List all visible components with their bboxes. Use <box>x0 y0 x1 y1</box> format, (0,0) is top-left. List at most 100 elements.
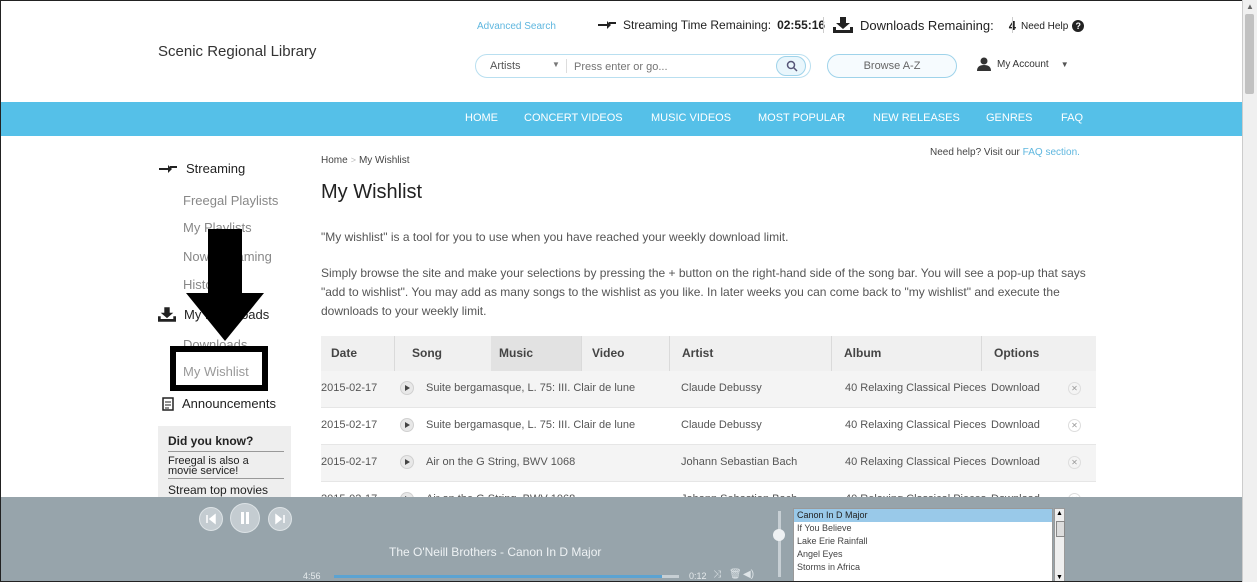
download-link[interactable]: Download <box>991 382 1040 394</box>
breadcrumb-current: My Wishlist <box>358 155 410 166</box>
download-link[interactable]: Download <box>991 456 1040 468</box>
scroll-up-icon[interactable]: ▲ <box>1246 2 1254 11</box>
nav-concert-videos[interactable]: CONCERT VIDEOS <box>524 112 623 124</box>
download-icon <box>833 17 853 33</box>
downloads-remaining-label: Downloads Remaining: <box>860 17 994 33</box>
playlist-item[interactable]: If You Believe <box>794 522 1052 535</box>
download-link[interactable]: Download <box>991 419 1040 431</box>
remaining-time: 0:12 <box>689 571 707 581</box>
volume-handle[interactable] <box>773 529 785 541</box>
row-song[interactable]: Air on the G String, BWV 1068 <box>426 456 575 468</box>
sidebar-announcements[interactable]: Announcements <box>162 396 276 411</box>
my-account-menu[interactable]: My Account ▼ <box>977 57 1069 71</box>
progress-fill <box>334 575 662 578</box>
faq-section-link[interactable]: FAQ section. <box>1023 147 1080 158</box>
playlist-listbox[interactable]: Canon In D Major If You Believe Lake Eri… <box>793 508 1053 581</box>
volume-icon[interactable]: ◀) <box>743 569 754 580</box>
scroll-thumb[interactable] <box>1056 521 1065 537</box>
nav-most-popular[interactable]: MOST POPULAR <box>758 112 845 124</box>
play-icon[interactable] <box>400 381 414 395</box>
scroll-thumb[interactable] <box>1245 14 1254 94</box>
scroll-up-icon[interactable]: ▲ <box>1056 510 1063 517</box>
column-artist[interactable]: Artist <box>682 346 713 360</box>
help-icon: ? <box>1072 20 1085 32</box>
row-song[interactable]: Suite bergamasque, L. 75: III. Clair de … <box>426 419 635 431</box>
next-button[interactable] <box>268 507 292 531</box>
tab-video[interactable]: Video <box>592 346 624 360</box>
library-name[interactable]: Scenic Regional Library <box>158 43 316 60</box>
playlist-item[interactable]: Storms in Africa <box>794 561 1052 574</box>
play-icon[interactable] <box>400 418 414 432</box>
browse-az-button[interactable]: Browse A-Z <box>827 54 957 78</box>
sidebar-item-my-wishlist[interactable]: My Wishlist <box>183 364 249 379</box>
chevron-right-icon: > <box>350 155 356 165</box>
advanced-search-link[interactable]: Advanced Search <box>477 21 556 32</box>
row-date: 2015-02-17 <box>321 419 378 431</box>
trash-icon[interactable]: 🗑 <box>729 569 742 580</box>
tab-music[interactable]: Music <box>499 346 533 360</box>
playlist-item[interactable]: Canon In D Major <box>794 509 1052 522</box>
column-options[interactable]: Options <box>994 346 1039 360</box>
download-icon <box>158 307 176 322</box>
search-bar: Artists ▼ <box>475 54 811 78</box>
sidebar-streaming-heading[interactable]: Streaming <box>158 161 245 176</box>
row-album[interactable]: 40 Relaxing Classical Pieces <box>845 456 986 468</box>
page-scrollbar[interactable]: ▲ <box>1242 0 1257 582</box>
row-song[interactable]: Suite bergamasque, L. 75: III. Clair de … <box>426 382 635 394</box>
pause-icon <box>241 512 249 524</box>
column-album[interactable]: Album <box>844 346 881 360</box>
divider <box>168 478 284 479</box>
row-date: 2015-02-17 <box>321 456 378 468</box>
remove-icon[interactable]: ✕ <box>1068 419 1081 432</box>
playlist-scrollbar[interactable]: ▲ ▼ <box>1054 508 1065 581</box>
table-row: 2015-02-17 Air on the G String, BWV 1068… <box>321 445 1096 482</box>
table-row: 2015-02-17 Suite bergamasque, L. 75: III… <box>321 408 1096 445</box>
remove-icon[interactable]: ✕ <box>1068 456 1081 469</box>
row-album[interactable]: 40 Relaxing Classical Pieces <box>845 382 986 394</box>
play-icon[interactable] <box>400 455 414 469</box>
breadcrumb: Home > My Wishlist <box>321 155 410 166</box>
row-album[interactable]: 40 Relaxing Classical Pieces <box>845 419 986 431</box>
scroll-down-icon[interactable]: ▼ <box>1056 574 1063 581</box>
did-you-know-fact: movie service! <box>168 465 239 477</box>
row-artist[interactable]: Claude Debussy <box>681 419 762 431</box>
playlist-item[interactable]: Angel Eyes <box>794 548 1052 561</box>
nav-new-releases[interactable]: NEW RELEASES <box>873 112 960 124</box>
document-icon <box>162 396 174 411</box>
row-artist[interactable]: Claude Debussy <box>681 382 762 394</box>
search-type-select[interactable]: Artists <box>490 60 521 72</box>
nav-music-videos[interactable]: MUSIC VIDEOS <box>651 112 731 124</box>
streaming-icon <box>159 164 177 173</box>
volume-slider[interactable] <box>778 511 781 577</box>
faq-help-note: Need help? Visit our FAQ section. <box>930 147 1080 158</box>
sidebar-item-freegal-playlists[interactable]: Freegal Playlists <box>183 193 278 208</box>
wishlist-table: Date Song Music Video Artist Album Optio… <box>321 336 1096 519</box>
column-date[interactable]: Date <box>331 346 357 360</box>
streaming-icon <box>598 21 616 29</box>
playlist-item[interactable]: Lake Erie Rainfall <box>794 535 1052 548</box>
sidebar-announcements-label: Announcements <box>182 396 276 411</box>
shuffle-icon[interactable]: ⤨ <box>713 569 721 580</box>
need-help-link[interactable]: Need Help ? <box>1021 20 1085 32</box>
nav-home[interactable]: HOME <box>465 112 498 124</box>
progress-bar[interactable] <box>334 575 679 578</box>
search-button[interactable] <box>776 56 806 76</box>
remove-icon[interactable]: ✕ <box>1068 382 1081 395</box>
divider <box>168 451 284 452</box>
search-divider <box>566 59 567 73</box>
now-playing-title: The O'Neill Brothers - Canon In D Major <box>389 545 602 559</box>
search-input[interactable] <box>572 57 776 77</box>
user-icon <box>977 57 991 71</box>
wishlist-intro: "My wishlist" is a tool for you to use w… <box>321 230 789 244</box>
previous-button[interactable] <box>199 507 223 531</box>
breadcrumb-home[interactable]: Home <box>321 155 348 166</box>
nav-faq[interactable]: FAQ <box>1061 112 1083 124</box>
chevron-down-icon: ▼ <box>1060 59 1069 69</box>
annotation-arrow-icon <box>186 229 264 341</box>
did-you-know-fact[interactable]: Stream top movies <box>168 483 268 497</box>
row-artist[interactable]: Johann Sebastian Bach <box>681 456 797 468</box>
column-song[interactable]: Song <box>412 346 442 360</box>
pause-button[interactable] <box>230 503 260 533</box>
nav-genres[interactable]: GENRES <box>986 112 1032 124</box>
faq-help-text: Need help? Visit our <box>930 147 1020 158</box>
